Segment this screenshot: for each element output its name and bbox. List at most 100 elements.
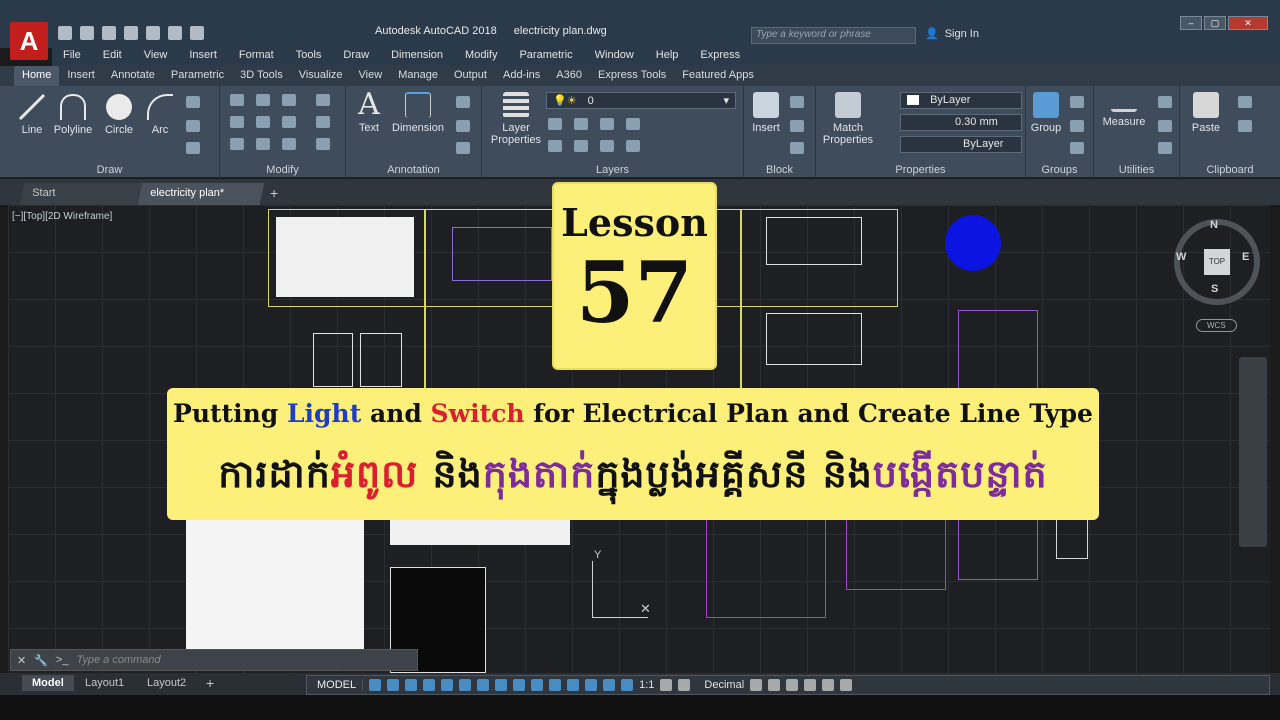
fillet-icon[interactable] xyxy=(282,116,296,128)
layer-isolate-icon[interactable] xyxy=(574,118,588,130)
tab-view[interactable]: View xyxy=(351,66,391,86)
tab-layout1[interactable]: Layout1 xyxy=(75,675,134,691)
tab-layout2[interactable]: Layout2 xyxy=(137,675,196,691)
layer-walk-icon[interactable] xyxy=(626,140,640,152)
menu-view[interactable]: View xyxy=(133,48,179,66)
table-icon[interactable] xyxy=(456,142,470,154)
hardware-acceleration-icon[interactable] xyxy=(804,679,817,691)
command-input[interactable]: Type a command xyxy=(76,654,160,666)
close-icon[interactable]: ✕ xyxy=(1228,16,1268,30)
menu-tools[interactable]: Tools xyxy=(285,48,333,66)
array-icon[interactable] xyxy=(282,138,296,150)
groups-panel-label[interactable]: Groups xyxy=(1026,164,1093,176)
maximize-icon[interactable]: ▢ xyxy=(1204,16,1226,30)
mirror-icon[interactable] xyxy=(256,116,270,128)
grid-icon[interactable] xyxy=(369,679,382,691)
menu-insert[interactable]: Insert xyxy=(178,48,228,66)
move-icon[interactable] xyxy=(230,94,244,106)
ortho-icon[interactable] xyxy=(405,679,418,691)
layer-lock-icon[interactable] xyxy=(626,118,640,130)
close-icon[interactable]: ✕ xyxy=(17,654,26,667)
workspace-gear-icon[interactable] xyxy=(660,679,673,691)
otrack-icon[interactable] xyxy=(459,679,472,691)
annotation-panel-label[interactable]: Annotation xyxy=(346,164,481,176)
layer-dropdown[interactable]: 💡☀ 0 ▾ xyxy=(546,92,736,109)
measure-button[interactable]: Measure xyxy=(1100,92,1148,128)
model-space-toggle[interactable]: MODEL xyxy=(311,679,364,691)
layer-freeze-icon[interactable] xyxy=(600,118,614,130)
explode-icon[interactable] xyxy=(316,116,330,128)
selection-filter-icon[interactable] xyxy=(567,679,580,691)
navigation-bar[interactable] xyxy=(1239,357,1267,547)
match-properties-button[interactable]: Match Properties xyxy=(820,92,876,146)
tab-parametric[interactable]: Parametric xyxy=(163,66,232,86)
layer-off-icon[interactable] xyxy=(548,118,562,130)
menu-file[interactable]: File xyxy=(52,48,92,66)
annotation-scale[interactable]: 1:1 xyxy=(639,679,654,691)
leader-icon[interactable] xyxy=(456,120,470,132)
lock-ui-icon[interactable] xyxy=(768,679,781,691)
tab-visualize[interactable]: Visualize xyxy=(291,66,351,86)
polyline-button[interactable]: Polyline xyxy=(50,94,96,136)
menu-window[interactable]: Window xyxy=(584,48,645,66)
utilities-panel-label[interactable]: Utilities xyxy=(1094,164,1179,176)
tab-3d-tools[interactable]: 3D Tools xyxy=(232,66,291,86)
calculator-icon[interactable] xyxy=(1158,142,1172,154)
viewport-controls[interactable]: [−][Top][2D Wireframe] xyxy=(12,211,112,222)
selection-cycling-icon[interactable] xyxy=(513,679,526,691)
compass-south[interactable]: S xyxy=(1211,283,1218,295)
tab-add-ins[interactable]: Add-ins xyxy=(495,66,548,86)
edit-attributes-icon[interactable] xyxy=(790,142,804,154)
customize-icon[interactable]: 🔧 xyxy=(34,654,48,667)
tab-output[interactable]: Output xyxy=(446,66,495,86)
circle-button[interactable]: Circle xyxy=(100,94,138,136)
isolate-objects-icon[interactable] xyxy=(786,679,799,691)
menu-parametric[interactable]: Parametric xyxy=(508,48,583,66)
menu-draw[interactable]: Draw xyxy=(332,48,380,66)
compass-east[interactable]: E xyxy=(1242,251,1249,263)
tab-model[interactable]: Model xyxy=(22,675,74,691)
trim-icon[interactable] xyxy=(282,94,296,106)
scale-icon[interactable] xyxy=(256,138,270,150)
quick-select-icon[interactable] xyxy=(1158,96,1172,108)
hatch-icon[interactable] xyxy=(186,120,200,132)
cut-icon[interactable] xyxy=(1238,96,1252,108)
group-button[interactable]: Group xyxy=(1028,92,1064,134)
viewcube-top-face[interactable]: TOP xyxy=(1204,249,1230,275)
polar-icon[interactable] xyxy=(423,679,436,691)
auto-scale-icon[interactable] xyxy=(621,679,634,691)
offset-icon[interactable] xyxy=(316,138,330,150)
block-panel-label[interactable]: Block xyxy=(744,164,815,176)
search-input[interactable]: Type a keyword or phrase xyxy=(751,27,916,44)
menu-format[interactable]: Format xyxy=(228,48,285,66)
annotation-monitor-icon[interactable] xyxy=(678,679,691,691)
3d-osnap-icon[interactable] xyxy=(531,679,544,691)
save-as-icon[interactable] xyxy=(124,26,138,40)
open-icon[interactable] xyxy=(80,26,94,40)
tab-annotate[interactable]: Annotate xyxy=(103,66,163,86)
copy-icon[interactable] xyxy=(230,116,244,128)
erase-icon[interactable] xyxy=(316,94,330,106)
stretch-icon[interactable] xyxy=(230,138,244,150)
wcs-menu[interactable]: WCS xyxy=(1196,319,1237,332)
linear-dim-icon[interactable] xyxy=(456,96,470,108)
edit-block-icon[interactable] xyxy=(790,120,804,132)
osnap-icon[interactable] xyxy=(441,679,454,691)
paste-button[interactable]: Paste xyxy=(1186,92,1226,134)
layer-previous-icon[interactable] xyxy=(600,140,614,152)
arc-button[interactable]: Arc xyxy=(142,94,178,136)
tab-start[interactable]: Start xyxy=(19,183,143,205)
color-dropdown[interactable]: ByLayer xyxy=(900,92,1022,109)
make-current-icon[interactable] xyxy=(548,140,562,152)
lineweight-dropdown[interactable]: 0.30 mm xyxy=(900,114,1022,131)
properties-panel-label[interactable]: Properties xyxy=(816,164,1025,176)
tab-express-tools[interactable]: Express Tools xyxy=(590,66,674,86)
tab-featured-apps[interactable]: Featured Apps xyxy=(674,66,762,86)
units-display[interactable]: Decimal xyxy=(704,679,744,691)
group-edit-icon[interactable] xyxy=(1070,120,1084,132)
sign-in-button[interactable]: 👤 Sign In xyxy=(925,27,979,41)
transparency-icon[interactable] xyxy=(495,679,508,691)
tab-insert[interactable]: Insert xyxy=(59,66,103,86)
text-button[interactable]: A Text xyxy=(352,90,386,135)
insert-block-button[interactable]: Insert xyxy=(746,92,786,134)
